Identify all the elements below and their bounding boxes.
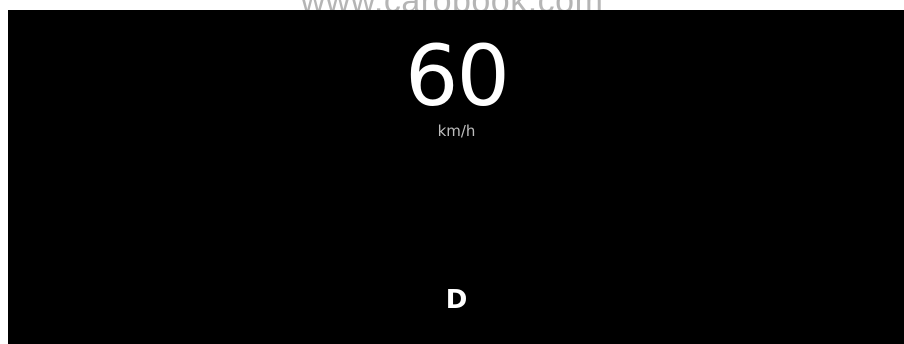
speed-readout: 60	[405, 27, 510, 125]
speed-unit-label: km/h	[437, 122, 476, 140]
instrument-display: 60 km/h D	[8, 10, 904, 344]
gear-indicator: D	[445, 285, 468, 315]
